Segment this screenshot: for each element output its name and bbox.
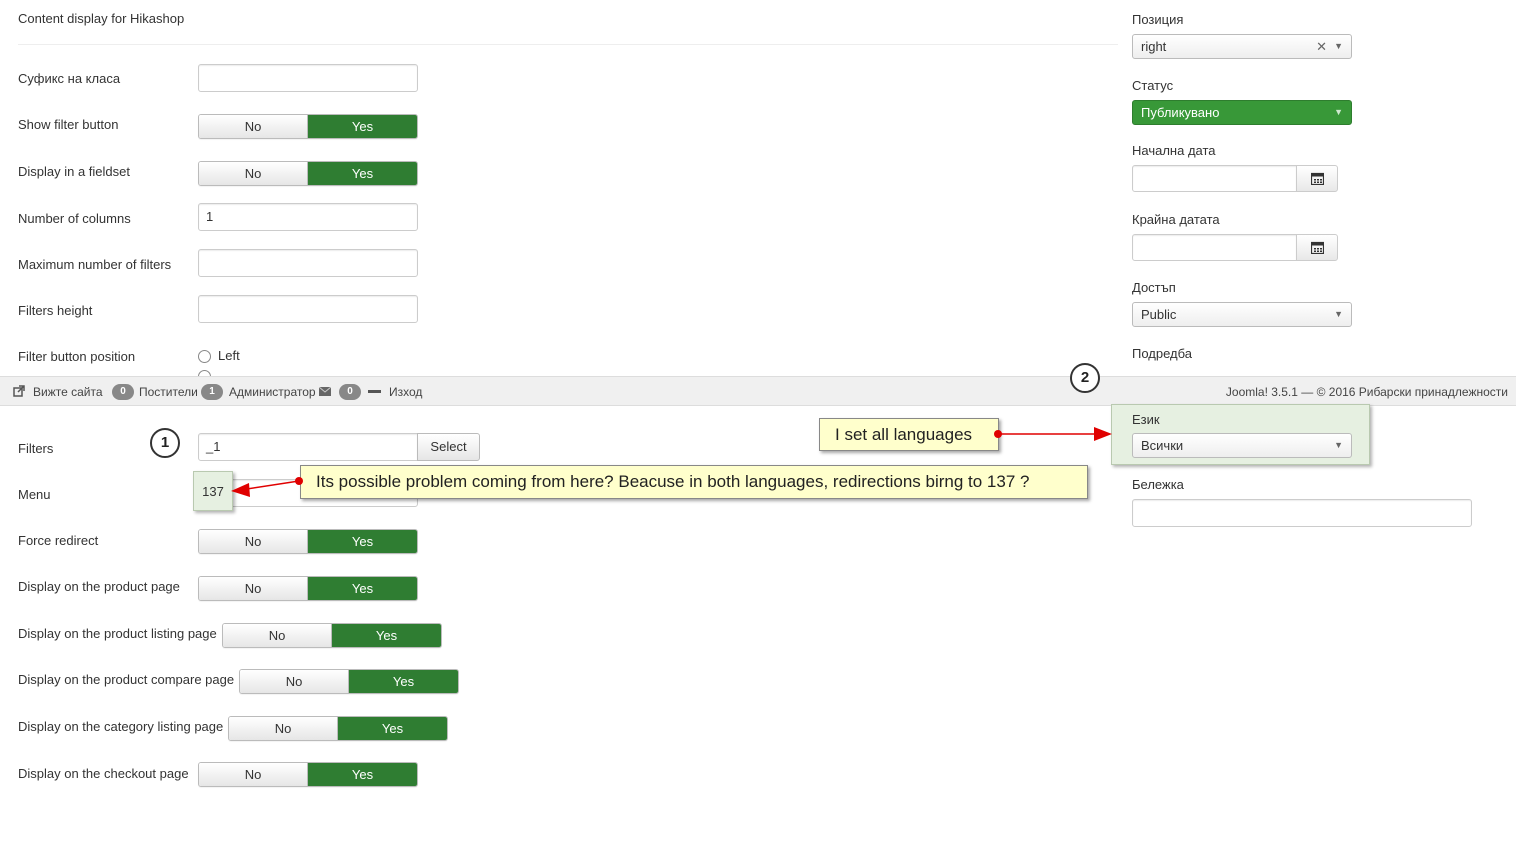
admins-label[interactable]: Администратор xyxy=(229,385,316,399)
annotation-marker-1: 1 xyxy=(150,428,180,458)
show-filter-button-label: Show filter button xyxy=(18,117,119,132)
start-date-calendar-button[interactable] xyxy=(1296,165,1338,192)
filters-height-input[interactable] xyxy=(198,295,418,323)
num-columns-input[interactable]: 1 xyxy=(198,203,418,231)
filter-position-left-label: Left xyxy=(218,348,240,363)
envelope-icon[interactable] xyxy=(319,387,331,396)
chevron-down-icon: ▼ xyxy=(1334,440,1343,450)
display-product-listing-label: Display on the product listing page xyxy=(18,626,217,641)
display-checkout-label: Display on the checkout page xyxy=(18,766,189,781)
display-checkout-yes[interactable]: Yes xyxy=(308,763,417,786)
display-category-listing-yes[interactable]: Yes xyxy=(338,717,447,740)
display-product-page-toggle[interactable]: No Yes xyxy=(198,576,418,601)
menu-callout: Its possible problem coming from here? B… xyxy=(300,465,1088,499)
position-label: Позиция xyxy=(1132,12,1184,27)
filter-button-position-label: Filter button position xyxy=(18,349,136,364)
menu-value-highlight: 137 xyxy=(193,471,233,511)
view-site-link[interactable]: Вижте сайта xyxy=(33,385,103,399)
display-product-compare-yes[interactable]: Yes xyxy=(349,670,458,693)
access-value: Public xyxy=(1141,307,1177,322)
end-date-label: Крайна датата xyxy=(1132,212,1220,227)
language-callout: I set all languages xyxy=(819,418,999,451)
access-select[interactable]: Public ▼ xyxy=(1132,302,1352,327)
access-label: Достъп xyxy=(1132,280,1176,295)
filters-select-button[interactable]: Select xyxy=(417,433,480,461)
display-product-compare-no[interactable]: No xyxy=(240,670,349,693)
visitors-count-badge: 0 xyxy=(112,384,134,400)
display-category-listing-no[interactable]: No xyxy=(229,717,338,740)
note-label: Бележка xyxy=(1132,477,1184,492)
logout-link[interactable]: Изход xyxy=(389,385,422,399)
position-value: right xyxy=(1141,39,1167,54)
display-checkout-no[interactable]: No xyxy=(199,763,308,786)
display-fieldset-yes[interactable]: Yes xyxy=(308,162,417,185)
display-product-page-no[interactable]: No xyxy=(199,577,308,600)
admins-count-badge: 1 xyxy=(201,384,223,400)
clear-icon[interactable]: ✕ xyxy=(1316,35,1327,58)
end-date-calendar-button[interactable] xyxy=(1296,234,1338,261)
language-label: Език xyxy=(1132,412,1160,427)
chevron-down-icon: ▼ xyxy=(1334,41,1343,51)
display-product-listing-yes[interactable]: Yes xyxy=(332,624,441,647)
calendar-icon xyxy=(1311,172,1324,185)
show-filter-button-yes[interactable]: Yes xyxy=(308,115,417,138)
filters-height-label: Filters height xyxy=(18,303,93,318)
start-date-label: Начална дата xyxy=(1132,143,1216,158)
external-link-icon xyxy=(13,385,25,397)
chevron-down-icon: ▼ xyxy=(1334,107,1343,117)
show-filter-button-toggle[interactable]: No Yes xyxy=(198,114,418,139)
status-select[interactable]: Публикувано ▼ xyxy=(1132,100,1352,125)
position-select[interactable]: right ✕ ▼ xyxy=(1132,34,1352,59)
end-date-input[interactable] xyxy=(1132,234,1297,261)
visitors-label[interactable]: Постители xyxy=(139,385,198,399)
display-product-page-label: Display on the product page xyxy=(18,579,180,594)
display-fieldset-toggle[interactable]: No Yes xyxy=(198,161,418,186)
annotation-marker-2: 2 xyxy=(1070,363,1100,393)
header-divider xyxy=(18,44,1118,45)
messages-count-badge: 0 xyxy=(339,384,361,400)
filter-position-left-radio[interactable] xyxy=(198,350,211,363)
force-redirect-toggle[interactable]: No Yes xyxy=(198,529,418,554)
calendar-icon xyxy=(1311,241,1324,254)
display-checkout-toggle[interactable]: No Yes xyxy=(198,762,418,787)
filters-input[interactable]: _1 xyxy=(198,433,418,461)
status-label: Статус xyxy=(1132,78,1174,93)
language-arrow xyxy=(994,427,1112,441)
num-columns-label: Number of columns xyxy=(18,211,131,226)
force-redirect-yes[interactable]: Yes xyxy=(308,530,417,553)
force-redirect-label: Force redirect xyxy=(18,533,99,548)
page-title: Content display for Hikashop xyxy=(18,11,185,26)
status-bar: Вижте сайта 0 Постители 1 Администратор … xyxy=(0,376,1516,406)
minus-icon xyxy=(368,390,381,393)
ordering-label: Подредба xyxy=(1132,346,1193,361)
chevron-down-icon: ▼ xyxy=(1334,309,1343,319)
display-fieldset-no[interactable]: No xyxy=(199,162,308,185)
show-filter-button-no[interactable]: No xyxy=(199,115,308,138)
max-filters-label: Maximum number of filters xyxy=(18,257,172,272)
note-input[interactable] xyxy=(1132,499,1472,527)
footer-copyright: Joomla! 3.5.1 — © 2016 Рибарски принадле… xyxy=(1225,385,1508,399)
display-product-compare-label: Display on the product compare page xyxy=(18,672,235,687)
language-select[interactable]: Всички ▼ xyxy=(1132,433,1352,458)
class-suffix-input[interactable] xyxy=(198,64,418,92)
display-product-listing-toggle[interactable]: No Yes xyxy=(222,623,442,648)
status-value: Публикувано xyxy=(1141,105,1220,120)
display-product-listing-no[interactable]: No xyxy=(223,624,332,647)
display-product-page-yes[interactable]: Yes xyxy=(308,577,417,600)
display-product-compare-toggle[interactable]: No Yes xyxy=(239,669,459,694)
filters-label: Filters xyxy=(18,441,54,456)
menu-label: Menu xyxy=(18,487,51,502)
class-suffix-label: Суфикс на класа xyxy=(18,71,121,86)
display-category-listing-label: Display on the category listing page xyxy=(18,719,224,734)
display-category-listing-toggle[interactable]: No Yes xyxy=(228,716,448,741)
force-redirect-no[interactable]: No xyxy=(199,530,308,553)
start-date-input[interactable] xyxy=(1132,165,1297,192)
max-filters-input[interactable] xyxy=(198,249,418,277)
language-value: Всички xyxy=(1141,438,1184,453)
display-fieldset-label: Display in a fieldset xyxy=(18,164,130,179)
